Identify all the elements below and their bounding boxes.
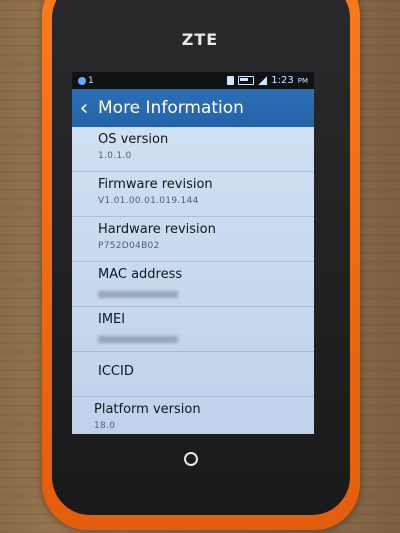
back-button[interactable]: ‹	[72, 89, 96, 127]
item-value: P752D04B02	[98, 241, 160, 251]
list-item-iccid: ICCID	[72, 352, 314, 397]
home-button[interactable]	[184, 452, 198, 466]
item-label: IMEI	[98, 312, 126, 327]
item-value: 1.0.1.0	[98, 151, 132, 161]
list-item-mac-address: MAC address	[72, 262, 314, 307]
phone-screen: 1 1:23 PM ‹ More Information OS version …	[72, 72, 314, 434]
redacted-value	[98, 336, 178, 343]
clock-ampm: PM	[297, 76, 308, 85]
info-list: OS version 1.0.1.0 Firmware revision V1.…	[72, 127, 314, 434]
list-item-firmware-revision: Firmware revision V1.01.00.01.019.144	[72, 172, 314, 217]
list-item-hardware-revision: Hardware revision P752D04B02	[72, 217, 314, 262]
page-title: More Information	[98, 98, 244, 118]
clock-time: 1:23	[271, 75, 294, 86]
list-item-os-version: OS version 1.0.1.0	[72, 127, 314, 172]
brand-logo: ZTE	[181, 30, 219, 49]
battery-icon	[238, 76, 255, 85]
item-label: MAC address	[98, 267, 183, 282]
item-label: Platform version	[94, 402, 201, 417]
item-label: Hardware revision	[98, 222, 216, 237]
notification-icon[interactable]	[78, 76, 86, 85]
item-value: 18.0	[94, 421, 116, 431]
back-arrow-icon: ‹	[79, 95, 89, 121]
list-item-imei: IMEI	[72, 307, 314, 352]
notification-count: 1	[88, 75, 94, 86]
item-value: V1.01.00.01.019.144	[98, 196, 199, 206]
signal-icon	[258, 76, 268, 85]
item-label: Firmware revision	[98, 177, 213, 192]
redacted-value	[98, 291, 178, 298]
app-header: ‹ More Information	[72, 89, 314, 127]
item-label: OS version	[98, 132, 169, 147]
status-bar: 1 1:23 PM	[72, 72, 314, 89]
list-item-platform-version: Platform version 18.0	[72, 397, 314, 434]
sim-icon	[227, 76, 235, 85]
item-label: ICCID	[98, 364, 134, 379]
